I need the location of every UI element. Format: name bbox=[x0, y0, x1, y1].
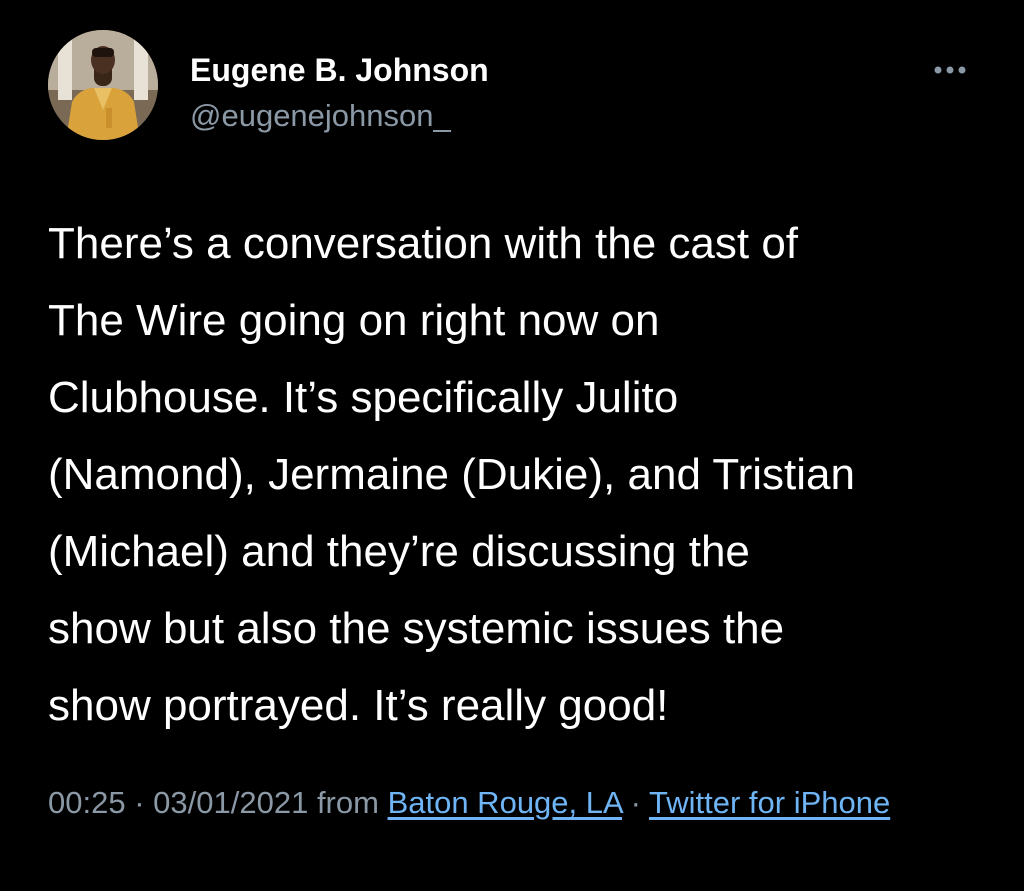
from-label: from bbox=[316, 785, 379, 820]
tweet-text: There’s a conversation with the cast of … bbox=[48, 205, 978, 744]
meta-separator: · bbox=[134, 785, 145, 820]
avatar[interactable] bbox=[48, 30, 158, 140]
tweet-time: 00:25 bbox=[48, 785, 126, 820]
tweet-text-line: (Namond), Jermaine (Dukie), and Tristian bbox=[48, 450, 855, 499]
author-handle[interactable]: @eugenejohnson_ bbox=[190, 96, 451, 136]
tweet-card: Eugene B. Johnson @eugenejohnson_ There’… bbox=[0, 0, 1024, 891]
tweet-text-line: There’s a conversation with the cast of bbox=[48, 219, 799, 268]
tweet-text-line: show portrayed. It’s really good! bbox=[48, 681, 669, 730]
meta-separator: · bbox=[630, 785, 641, 820]
location-link[interactable]: Baton Rouge, LA bbox=[388, 785, 622, 820]
tweet-text-line: show but also the systemic issues the bbox=[48, 604, 785, 653]
tweet-text-line: (Michael) and they’re discussing the bbox=[48, 527, 750, 576]
tweet-metadata: 00:25 · 03/01/2021 from Baton Rouge, LA … bbox=[48, 778, 988, 828]
more-horizontal-icon bbox=[934, 66, 966, 74]
author-display-name[interactable]: Eugene B. Johnson bbox=[190, 50, 489, 90]
tweet-text-line: The Wire going on right now on bbox=[48, 296, 660, 345]
tweet-text-line: Clubhouse. It’s specifically Julito bbox=[48, 373, 679, 422]
more-options-button[interactable] bbox=[930, 56, 970, 84]
avatar-image bbox=[48, 30, 158, 140]
source-link[interactable]: Twitter for iPhone bbox=[649, 785, 890, 820]
tweet-date: 03/01/2021 bbox=[153, 785, 309, 820]
